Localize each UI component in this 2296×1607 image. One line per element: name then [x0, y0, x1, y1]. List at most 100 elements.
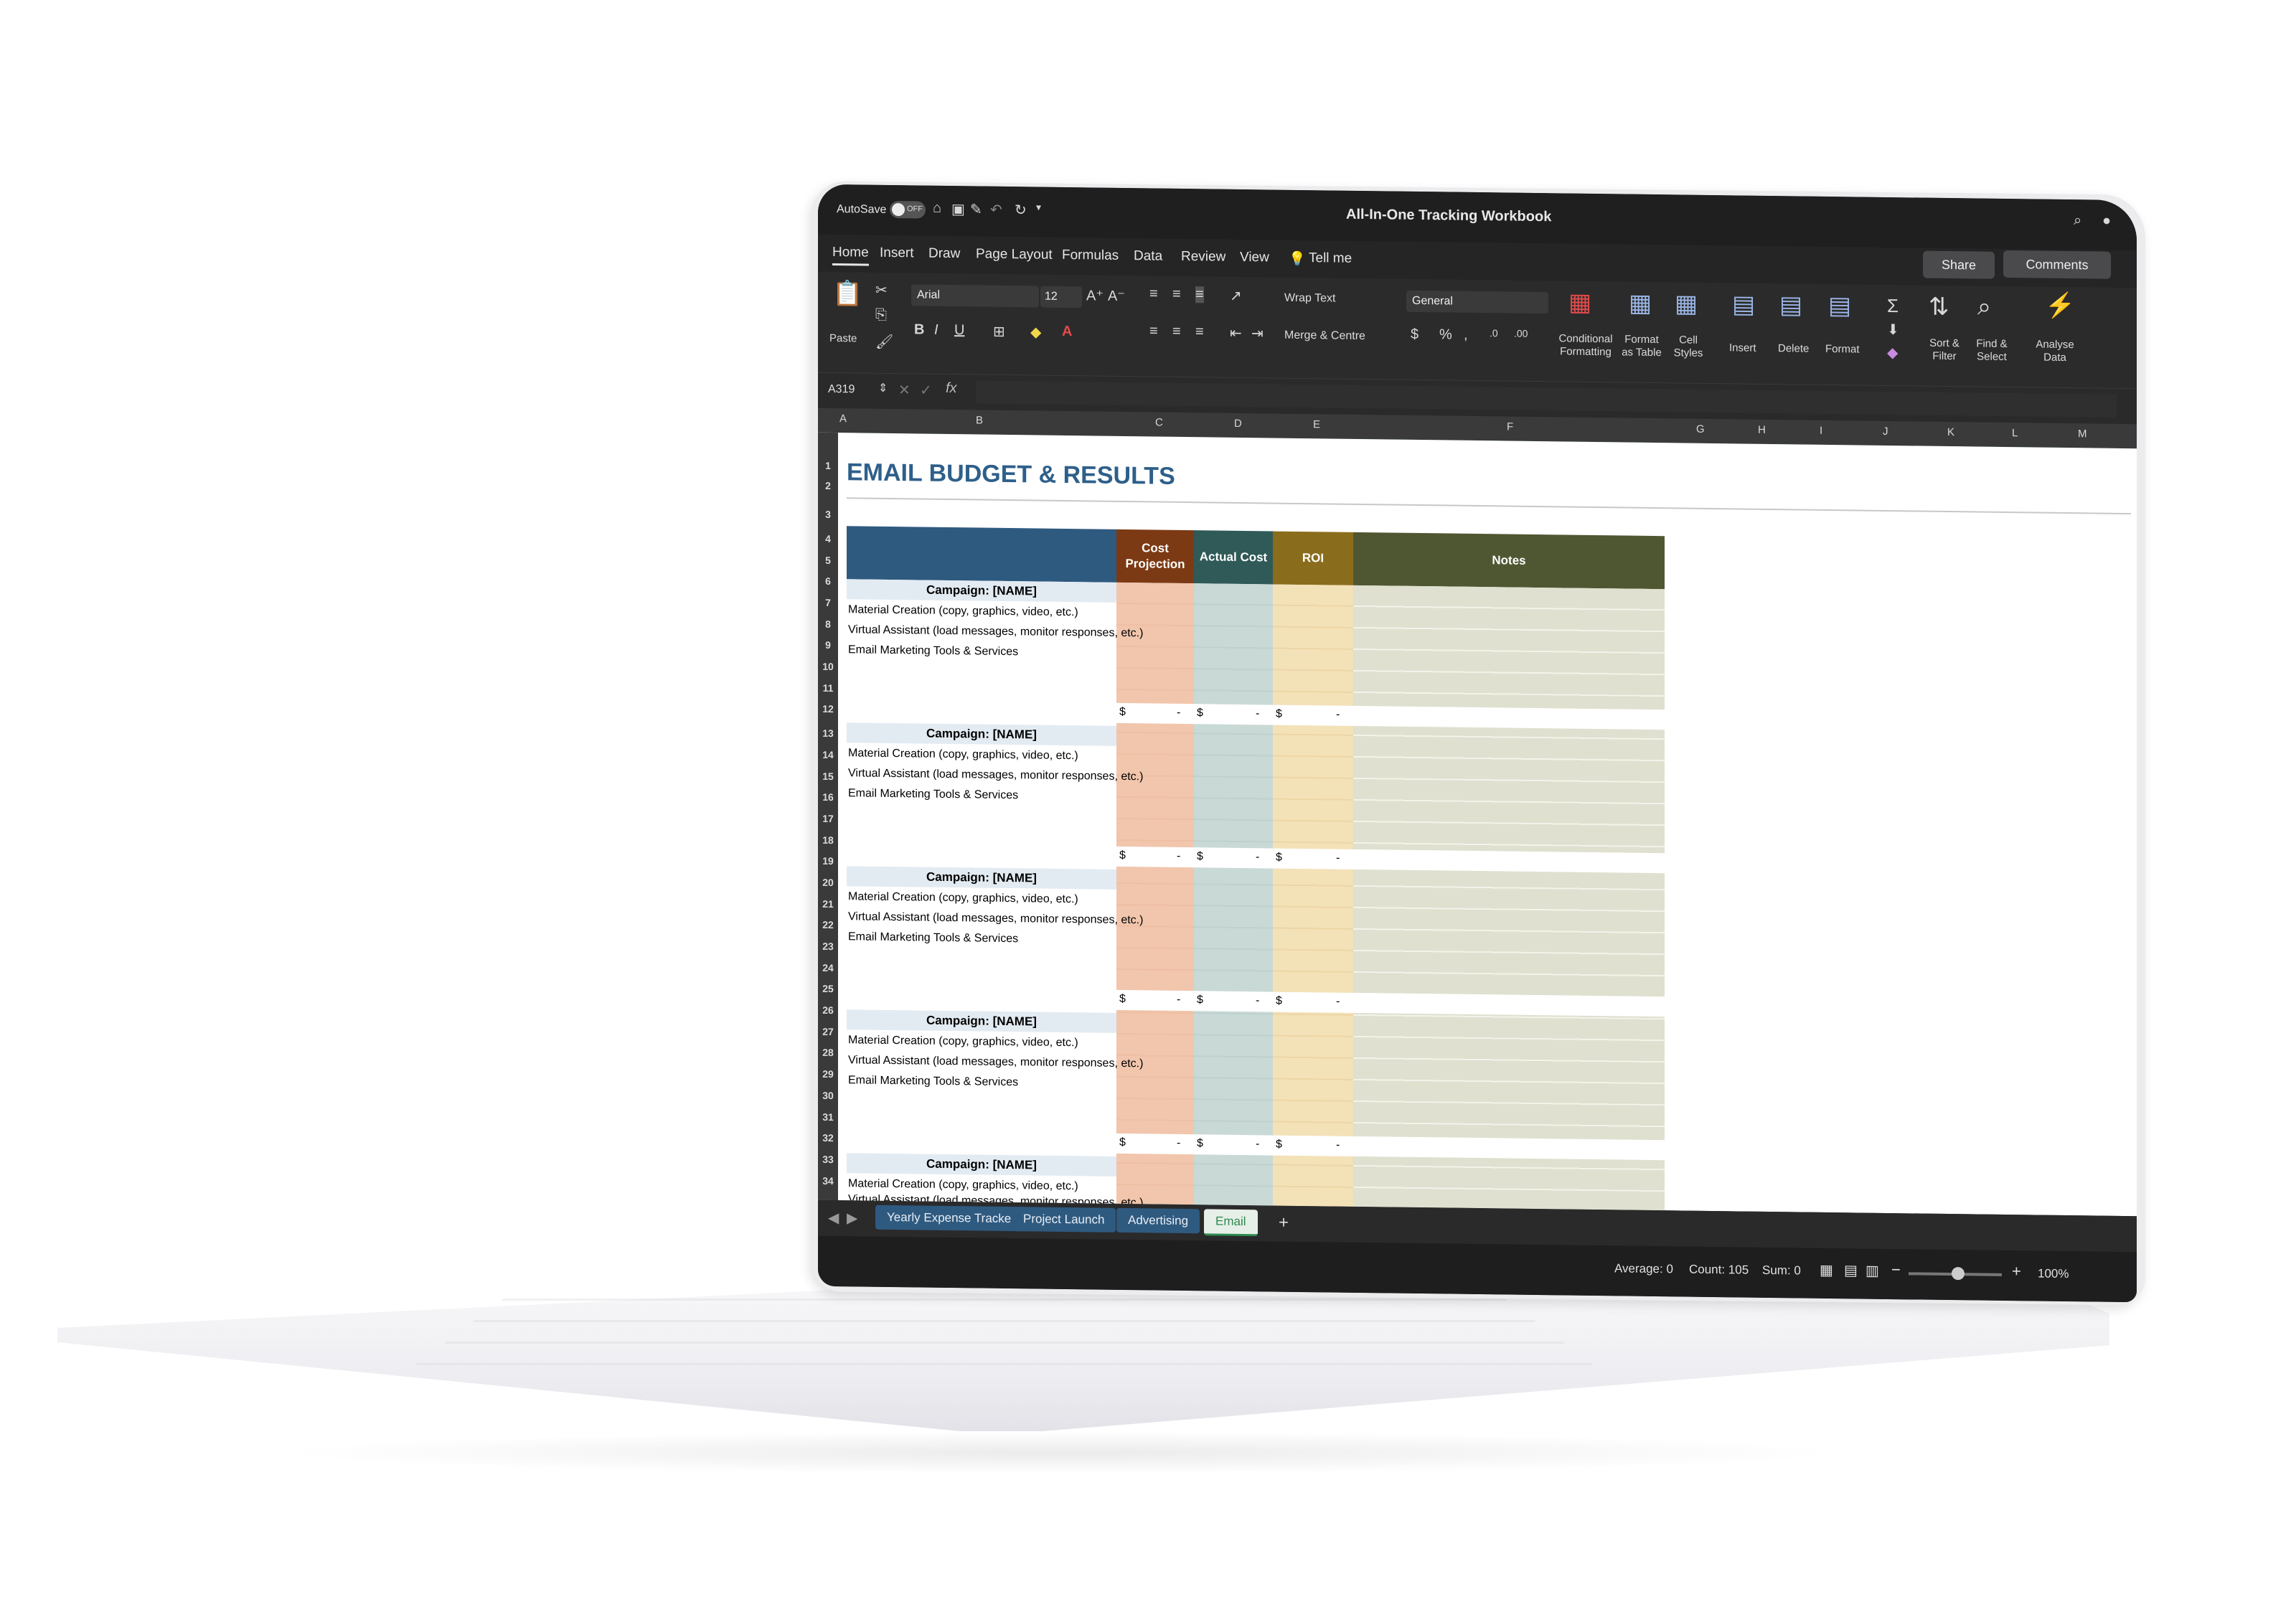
fill-color-icon[interactable]: ◆: [1030, 323, 1041, 341]
row-number[interactable]: 7: [818, 597, 838, 608]
borders-icon[interactable]: ⊞: [993, 323, 1005, 341]
sheet-tab-advertising[interactable]: Advertising: [1116, 1207, 1200, 1234]
row-number[interactable]: 25: [818, 983, 838, 994]
row-number[interactable]: 10: [818, 661, 838, 672]
column-header[interactable]: A: [839, 413, 847, 425]
sort-filter-label[interactable]: Sort & Filter: [1923, 337, 1966, 364]
delete-cells-label[interactable]: Delete: [1778, 342, 1809, 356]
copy-icon[interactable]: ⎘: [875, 307, 887, 324]
row-number[interactable]: 27: [818, 1026, 838, 1037]
row-number[interactable]: 16: [818, 791, 838, 803]
row-number[interactable]: 21: [818, 897, 838, 910]
save-icon[interactable]: ▣: [951, 200, 965, 218]
format-cells-icon[interactable]: ▤: [1828, 291, 1851, 320]
wrap-text-button[interactable]: Wrap Text: [1284, 292, 1335, 306]
row-number[interactable]: 33: [818, 1154, 838, 1165]
column-header[interactable]: K: [1947, 426, 1954, 438]
merge-centre-button[interactable]: Merge & Centre: [1284, 329, 1365, 343]
tab-draw[interactable]: Draw: [928, 246, 960, 263]
comma-style-icon[interactable]: ,: [1464, 327, 1468, 344]
row-number[interactable]: 22: [818, 919, 838, 930]
row-number[interactable]: 6: [818, 575, 838, 587]
row-number[interactable]: 24: [818, 962, 838, 974]
zoom-in-button[interactable]: +: [2012, 1262, 2021, 1281]
cell-styles-icon[interactable]: ▦: [1675, 289, 1698, 318]
tab-page-layout[interactable]: Page Layout: [976, 246, 1053, 263]
notes-column[interactable]: [1353, 585, 1665, 1214]
home-icon[interactable]: ⌂: [933, 200, 941, 217]
insert-cells-label[interactable]: Insert: [1729, 341, 1756, 354]
decrease-decimal-icon[interactable]: .00: [1514, 328, 1528, 339]
prev-sheet-icon[interactable]: ◀: [828, 1209, 839, 1227]
sheet-tab-email[interactable]: Email: [1204, 1209, 1258, 1237]
accounting-format-icon[interactable]: $: [1411, 326, 1418, 343]
font-size-select[interactable]: 12: [1040, 286, 1082, 308]
italic-button[interactable]: I: [934, 322, 938, 339]
column-header[interactable]: D: [1234, 418, 1242, 430]
row-number[interactable]: 19: [818, 855, 838, 867]
column-header[interactable]: B: [976, 414, 983, 426]
tell-me-search[interactable]: Tell me: [1309, 250, 1352, 267]
tab-data[interactable]: Data: [1134, 248, 1162, 264]
sheet-tab-project-launch[interactable]: Project Launch: [1012, 1207, 1116, 1233]
column-header[interactable]: I: [1820, 425, 1822, 437]
row-number[interactable]: 14: [818, 749, 838, 760]
align-center-icon[interactable]: ≡: [1172, 324, 1181, 340]
bold-button[interactable]: B: [914, 321, 924, 338]
row-number[interactable]: 2: [818, 479, 838, 491]
column-header[interactable]: M: [2078, 428, 2087, 440]
row-number[interactable]: 23: [818, 941, 838, 952]
zoom-out-button[interactable]: −: [1891, 1260, 1901, 1279]
row-number[interactable]: 30: [818, 1090, 838, 1101]
number-format-select[interactable]: General: [1406, 290, 1548, 314]
undo-icon[interactable]: ↶: [990, 201, 1002, 219]
tab-formulas[interactable]: Formulas: [1062, 248, 1119, 264]
align-left-icon[interactable]: ≡: [1149, 323, 1158, 339]
column-header[interactable]: H: [1758, 424, 1766, 436]
row-number[interactable]: 29: [818, 1068, 838, 1080]
underline-button[interactable]: U: [954, 322, 964, 339]
percent-icon[interactable]: %: [1439, 326, 1452, 343]
font-color-icon[interactable]: A: [1062, 324, 1072, 340]
add-sheet-button[interactable]: +: [1279, 1213, 1289, 1233]
align-bottom-icon[interactable]: ≡: [1195, 286, 1204, 303]
edit-icon[interactable]: ✎: [970, 200, 982, 218]
row-number[interactable]: 13: [818, 727, 838, 739]
page-layout-view-icon[interactable]: ▤: [1844, 1261, 1858, 1279]
account-icon[interactable]: ●: [2102, 213, 2111, 230]
row-number[interactable]: 12: [818, 703, 838, 715]
autosum-icon[interactable]: Σ: [1887, 295, 1899, 317]
tab-view[interactable]: View: [1240, 250, 1269, 265]
next-sheet-icon[interactable]: ▶: [847, 1209, 857, 1227]
row-number[interactable]: 31: [818, 1111, 838, 1122]
function-icon[interactable]: fx: [946, 380, 957, 397]
insert-cells-icon[interactable]: ▤: [1732, 290, 1755, 319]
column-header[interactable]: J: [1883, 425, 1888, 438]
column-header[interactable]: F: [1507, 421, 1513, 433]
fill-icon[interactable]: ⬇: [1887, 321, 1899, 339]
row-number[interactable]: 3: [818, 509, 838, 520]
format-cells-label[interactable]: Format: [1825, 343, 1860, 357]
paste-icon[interactable]: 📋: [832, 279, 862, 308]
row-number[interactable]: 11: [818, 682, 838, 694]
roi-column[interactable]: [1273, 584, 1353, 1210]
row-number[interactable]: 9: [818, 639, 838, 651]
autosave-toggle[interactable]: OFF: [890, 200, 926, 219]
name-box[interactable]: A319: [828, 383, 855, 396]
actual-cost-column[interactable]: [1194, 583, 1273, 1209]
row-number[interactable]: 32: [818, 1132, 838, 1144]
align-right-icon[interactable]: ≡: [1195, 324, 1204, 340]
search-icon[interactable]: ⌕: [2074, 212, 2081, 229]
format-painter-icon[interactable]: 🖌: [875, 333, 893, 351]
decrease-font-icon[interactable]: A⁻: [1108, 287, 1125, 305]
share-button[interactable]: Share: [1923, 250, 1995, 279]
tab-home[interactable]: Home: [832, 245, 869, 266]
find-select-icon[interactable]: ⌕: [1977, 293, 1991, 321]
tab-insert[interactable]: Insert: [880, 245, 914, 262]
row-number[interactable]: 1: [818, 460, 838, 471]
zoom-slider-thumb[interactable]: [1952, 1267, 1965, 1281]
conditional-formatting-label[interactable]: Conditional Formatting: [1550, 332, 1622, 359]
format-as-table-icon[interactable]: ▦: [1629, 289, 1652, 318]
align-middle-icon[interactable]: ≡: [1172, 286, 1181, 303]
cost-projection-column[interactable]: [1116, 582, 1194, 1208]
